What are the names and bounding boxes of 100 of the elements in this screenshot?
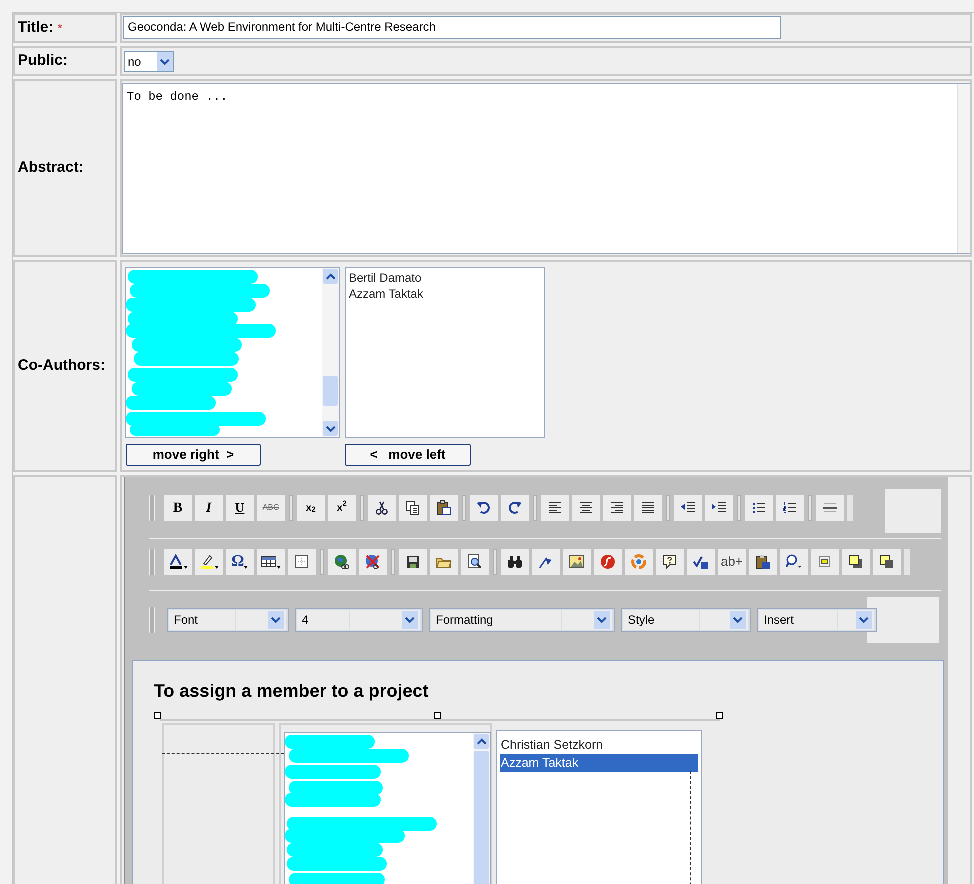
field-label: Abstract: bbox=[18, 158, 84, 178]
field-label: Public: bbox=[18, 50, 68, 71]
toolbar-grip[interactable] bbox=[149, 607, 155, 633]
save-button[interactable] bbox=[399, 549, 427, 575]
table-button[interactable] bbox=[257, 549, 285, 575]
word-check-icon bbox=[693, 554, 709, 570]
list-item[interactable]: Bertil Damato bbox=[349, 270, 544, 286]
editor-content[interactable]: To assign a member to a project Christian Setzkorn Azzam Taktak bbox=[132, 660, 944, 884]
underline-button[interactable]: U bbox=[226, 495, 254, 521]
toolbar-separator bbox=[289, 495, 293, 521]
move-right-button[interactable]: move right > bbox=[126, 444, 261, 466]
required-mark: * bbox=[58, 20, 63, 38]
align-center-button[interactable] bbox=[572, 495, 600, 521]
highlight-button[interactable] bbox=[195, 549, 223, 575]
subscript-button[interactable]: x$_{2}$ bbox=[297, 495, 325, 521]
horizontal-rule-button[interactable] bbox=[816, 495, 844, 521]
scrollbar-thumb[interactable] bbox=[474, 751, 489, 884]
content-heading: To assign a member to a project bbox=[154, 680, 429, 703]
list-item[interactable]: Azzam Taktak bbox=[500, 754, 698, 772]
justify-button[interactable] bbox=[634, 495, 662, 521]
align-right-button[interactable] bbox=[603, 495, 631, 521]
title-field[interactable]: Geoconda: A Web Environment for Multi-Centre Research bbox=[123, 16, 781, 39]
binoculars-icon bbox=[507, 554, 523, 570]
strikethrough-button[interactable]: ABC bbox=[257, 495, 285, 521]
send-back-button[interactable] bbox=[873, 549, 901, 575]
redo-button[interactable] bbox=[501, 495, 529, 521]
align-center-icon bbox=[578, 500, 594, 516]
scrollbar-thumb[interactable] bbox=[323, 376, 338, 406]
dropdown[interactable]: Style bbox=[621, 608, 751, 632]
redo-icon bbox=[507, 500, 523, 516]
italic-button[interactable]: I bbox=[195, 495, 223, 521]
toolbar-separator bbox=[462, 495, 466, 521]
bold-button[interactable]: B bbox=[164, 495, 192, 521]
align-left-icon bbox=[547, 500, 563, 516]
move-left-button[interactable]: < move left bbox=[345, 444, 471, 466]
resize-handle[interactable] bbox=[434, 712, 441, 719]
abstract-field[interactable]: To be done ... bbox=[122, 83, 970, 254]
anchor-button[interactable] bbox=[532, 549, 560, 575]
toolbar-separator bbox=[320, 549, 324, 575]
flash-button[interactable] bbox=[594, 549, 622, 575]
scrollbar[interactable] bbox=[473, 733, 490, 884]
bullet-list-icon bbox=[751, 500, 767, 516]
list-item[interactable]: Azzam Taktak bbox=[349, 286, 544, 302]
font-color-button[interactable] bbox=[164, 549, 192, 575]
toolbar-grip[interactable] bbox=[149, 495, 155, 521]
preview-icon bbox=[467, 554, 483, 570]
word-check-button[interactable] bbox=[687, 549, 715, 575]
find-button[interactable] bbox=[501, 549, 529, 575]
copy-icon bbox=[405, 500, 421, 516]
grid-button[interactable] bbox=[288, 549, 316, 575]
dropdown[interactable]: Formatting bbox=[429, 608, 615, 632]
toolbar-panel bbox=[867, 597, 939, 643]
indent-button[interactable] bbox=[705, 495, 733, 521]
open-button[interactable] bbox=[430, 549, 458, 575]
dropdown[interactable]: Font bbox=[167, 608, 289, 632]
paste-button[interactable] bbox=[430, 495, 458, 521]
resize-handle[interactable] bbox=[154, 712, 161, 719]
assigned-members-list[interactable]: Christian Setzkorn Azzam Taktak bbox=[496, 730, 702, 884]
media-icon bbox=[631, 554, 647, 570]
layer-button[interactable] bbox=[811, 549, 839, 575]
cut-button[interactable] bbox=[368, 495, 396, 521]
flash-icon bbox=[600, 554, 616, 570]
insert-field-button[interactable]: ab+ bbox=[718, 549, 746, 575]
bring-front-button[interactable] bbox=[842, 549, 870, 575]
zoom-button[interactable] bbox=[780, 549, 808, 575]
special-character-button[interactable]: Ω bbox=[226, 549, 254, 575]
caret-icon bbox=[244, 565, 248, 569]
toolbar-separator bbox=[391, 549, 395, 575]
resize-handle[interactable] bbox=[716, 712, 723, 719]
toolbar-separator bbox=[737, 495, 741, 521]
media-button[interactable] bbox=[625, 549, 653, 575]
numbered-list-icon bbox=[782, 500, 798, 516]
toolbar-grip[interactable] bbox=[149, 549, 155, 575]
field-label: Title: bbox=[18, 18, 54, 38]
align-left-button[interactable] bbox=[541, 495, 569, 521]
dropdown[interactable]: Insert bbox=[757, 608, 877, 632]
image-button[interactable] bbox=[563, 549, 591, 575]
align-right-icon bbox=[609, 500, 625, 516]
preview-button[interactable] bbox=[461, 549, 489, 575]
public-select[interactable]: no bbox=[124, 51, 174, 72]
caret-icon bbox=[184, 565, 188, 569]
copy-button[interactable] bbox=[399, 495, 427, 521]
help-button[interactable] bbox=[656, 549, 684, 575]
superscript-button[interactable]: x$^{2}$ bbox=[328, 495, 356, 521]
toolbar-separator bbox=[808, 495, 812, 521]
undo-button[interactable] bbox=[470, 495, 498, 521]
numbered-list-button[interactable] bbox=[776, 495, 804, 521]
link-button[interactable] bbox=[328, 549, 356, 575]
highlighter-icon bbox=[199, 554, 215, 570]
scrollbar[interactable] bbox=[322, 268, 339, 437]
caret-icon bbox=[277, 565, 281, 569]
unlink-button[interactable] bbox=[359, 549, 387, 575]
send-back-icon bbox=[879, 554, 895, 570]
bullet-list-button[interactable] bbox=[745, 495, 773, 521]
toolbar-end bbox=[847, 495, 853, 521]
dropdown[interactable]: 4 bbox=[295, 608, 423, 632]
paste-word-button[interactable] bbox=[749, 549, 777, 575]
outdent-button[interactable] bbox=[674, 495, 702, 521]
co-authors-list[interactable]: Bertil Damato Azzam Taktak bbox=[345, 267, 545, 438]
list-item[interactable]: Christian Setzkorn bbox=[500, 736, 698, 754]
